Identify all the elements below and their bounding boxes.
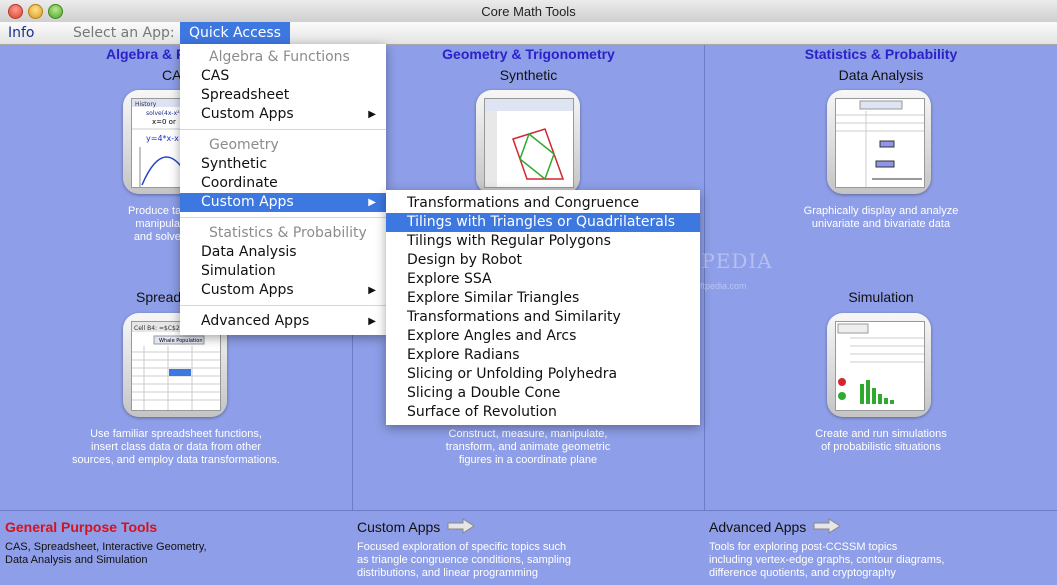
app-title-data-analysis: Data Analysis [838, 67, 924, 83]
spreadsheet-description: Use familiar spreadsheet functions, inse… [40, 428, 312, 467]
desc-line: distributions, and linear programming [357, 567, 538, 579]
submenu-item[interactable]: Tilings with Regular Polygons [386, 232, 700, 251]
app-title-simulation: Simulation [848, 289, 914, 305]
desc-line: Data Analysis and Simulation [5, 554, 148, 566]
submenu-item[interactable]: Explore Angles and Arcs [386, 327, 700, 346]
desc-line: figures in a coordinate plane [458, 454, 598, 466]
desc-line: insert class data or data from other [91, 441, 261, 453]
menu-item-label: Advanced Apps [201, 313, 310, 329]
menu-item-synthetic[interactable]: Synthetic [180, 155, 386, 174]
quick-access-menu: Algebra & Functions CAS Spreadsheet Cust… [180, 44, 386, 335]
synthetic-description: Construct, measure, manipulate, transfor… [430, 428, 626, 467]
window-titlebar: Core Math Tools [0, 0, 1057, 23]
general-purpose-tools-description: CAS, Spreadsheet, Interactive Geometry, … [5, 541, 207, 567]
menu-item-simulation[interactable]: Simulation [180, 262, 386, 281]
submenu-item[interactable]: Surface of Revolution [386, 403, 700, 422]
menu-item-statistics-custom-apps[interactable]: Custom Apps ▶ [180, 281, 386, 300]
app-title-spreadsheet: Spread [136, 289, 182, 305]
svg-text:solve(4x-x²-: solve(4x-x²- [146, 110, 182, 117]
desc-line: Graphically display and analyze [803, 205, 959, 217]
category-statistics: Statistics & Probability [804, 46, 958, 62]
menubar: Info Select an App: Quick Access [0, 22, 1057, 45]
right-arrow-icon[interactable] [447, 518, 475, 534]
menu-header-statistics: Statistics & Probability [209, 225, 367, 241]
menu-quick-access[interactable]: Quick Access [180, 22, 290, 44]
menu-separator [180, 305, 386, 306]
submenu-item[interactable]: Transformations and Congruence [386, 194, 700, 213]
synthetic-geometry-icon[interactable] [476, 90, 580, 194]
menu-item-label: Custom Apps [201, 194, 294, 210]
menu-item-label: Custom Apps [201, 282, 294, 298]
submenu-arrow-icon: ▶ [368, 109, 376, 120]
submenu-item[interactable]: Tilings with Triangles or Quadrilaterals [386, 213, 700, 232]
submenu-arrow-icon: ▶ [368, 197, 376, 208]
panel-divider [704, 45, 705, 510]
submenu-arrow-icon: ▶ [368, 316, 376, 327]
advanced-apps-title[interactable]: Advanced Apps [709, 519, 806, 535]
submenu-item[interactable]: Explore SSA [386, 270, 700, 289]
synthetic-icon-screen [484, 98, 574, 188]
submenu-item[interactable]: Slicing or Unfolding Polyhedra [386, 365, 700, 384]
svg-text:y=4*x-x: y=4*x-x [146, 134, 179, 143]
menu-select-app-label: Select an App: [73, 25, 175, 41]
menu-item-data-analysis[interactable]: Data Analysis [180, 243, 386, 262]
data-analysis-icon-screen [835, 98, 925, 188]
submenu-item[interactable]: Design by Robot [386, 251, 700, 270]
menu-item-advanced-apps[interactable]: Advanced Apps ▶ [180, 312, 386, 331]
custom-apps-description: Focused exploration of specific topics s… [357, 541, 571, 580]
desc-line: Focused exploration of specific topics s… [357, 541, 567, 553]
menu-header-geometry: Geometry [209, 137, 279, 153]
submenu-item[interactable]: Transformations and Similarity [386, 308, 700, 327]
bottom-divider [0, 510, 1057, 511]
menu-item-spreadsheet[interactable]: Spreadsheet [180, 86, 386, 105]
submenu-arrow-icon: ▶ [368, 285, 376, 296]
submenu-item[interactable]: Slicing a Double Cone [386, 384, 700, 403]
desc-line: sources, and employ data transformations… [72, 454, 280, 466]
simulation-icon-screen [835, 321, 925, 411]
desc-line: of probabilistic situations [821, 441, 941, 453]
menu-header-algebra: Algebra & Functions [209, 49, 350, 65]
data-analysis-icon[interactable] [827, 90, 931, 194]
data-analysis-description: Graphically display and analyze univaria… [765, 205, 997, 231]
desc-line: Construct, measure, manipulate, [448, 428, 608, 440]
desc-line: Use familiar spreadsheet functions, [90, 428, 262, 440]
advanced-apps-description: Tools for exploring post-CCSSM topics in… [709, 541, 944, 580]
desc-line: Tools for exploring post-CCSSM topics [709, 541, 898, 553]
right-arrow-icon[interactable] [813, 518, 841, 534]
menu-item-label: Custom Apps [201, 106, 294, 122]
simulation-icon[interactable] [827, 313, 931, 417]
general-purpose-tools-title[interactable]: General Purpose Tools [5, 519, 157, 535]
menu-separator [180, 129, 386, 130]
desc-line: including vertex-edge graphs, contour di… [709, 554, 945, 566]
menu-info[interactable]: Info [8, 24, 35, 42]
desc-line: univariate and bivariate data [811, 218, 951, 230]
window-title: Core Math Tools [481, 4, 576, 19]
simulation-description: Create and run simulations of probabilis… [765, 428, 997, 454]
category-geometry: Geometry & Trigonometry [442, 46, 615, 62]
desc-line: difference quotients, and cryptography [709, 567, 896, 579]
menu-item-coordinate[interactable]: Coordinate [180, 174, 386, 193]
custom-apps-title[interactable]: Custom Apps [357, 519, 440, 535]
menu-item-algebra-custom-apps[interactable]: Custom Apps ▶ [180, 105, 386, 124]
desc-line: CAS, Spreadsheet, Interactive Geometry, [5, 541, 207, 553]
svg-text:Whale Population: Whale Population [159, 338, 203, 344]
geometry-custom-apps-submenu: Transformations and Congruence Tilings wi… [386, 190, 700, 425]
desc-line: as triangle congruence conditions, sampl… [357, 554, 572, 566]
submenu-item[interactable]: Explore Radians [386, 346, 700, 365]
category-algebra: Algebra & F [106, 46, 185, 62]
submenu-item[interactable]: Explore Similar Triangles [386, 289, 700, 308]
svg-text:History: History [135, 101, 157, 108]
svg-text:x=0 or: x=0 or [152, 118, 176, 126]
menu-item-cas[interactable]: CAS [180, 67, 386, 86]
menu-item-geometry-custom-apps[interactable]: Custom Apps ▶ [180, 193, 386, 212]
menu-separator [180, 217, 386, 218]
desc-line: Create and run simulations [815, 428, 947, 440]
app-title-synthetic: Synthetic [499, 67, 558, 83]
desc-line: transform, and animate geometric [445, 441, 611, 453]
